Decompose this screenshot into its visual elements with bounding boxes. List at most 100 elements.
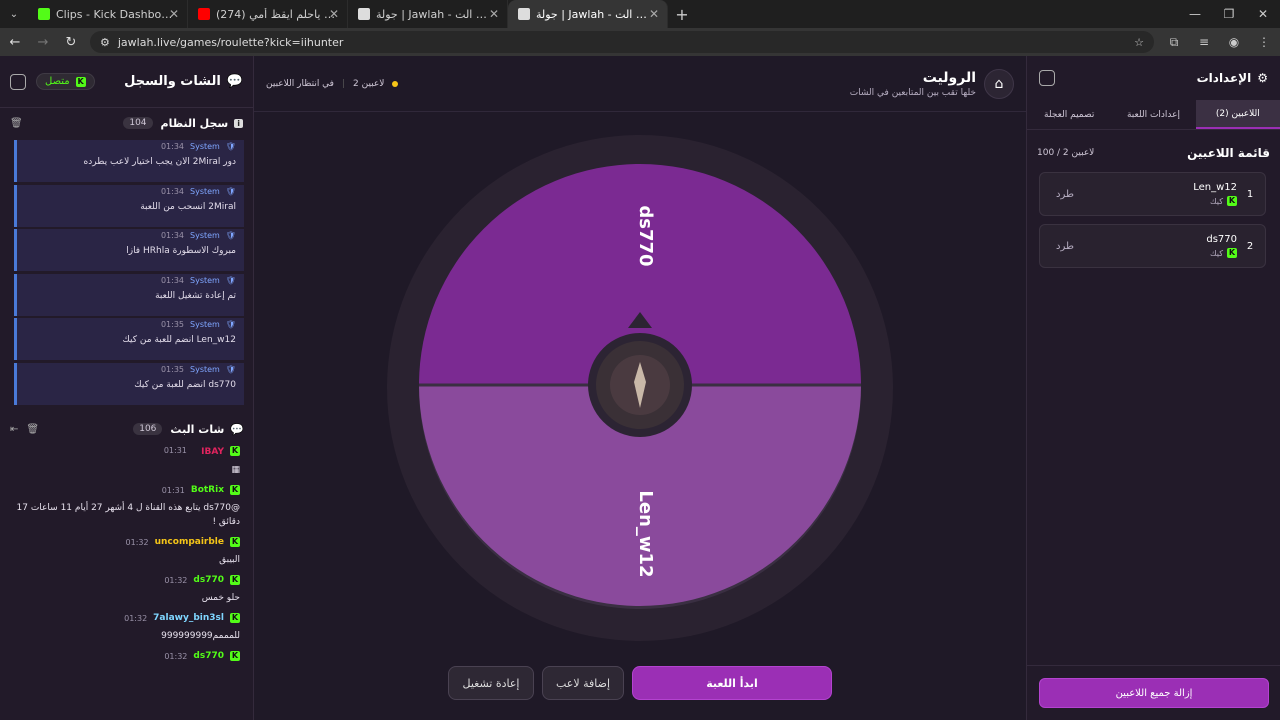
list-item: 🛡 System 01:34 مبروك الاسطورة HRhla فازا: [14, 229, 244, 271]
close-window-icon[interactable]: ✕: [1246, 7, 1280, 21]
kick-player-button[interactable]: طرد: [1056, 241, 1074, 252]
kick-badge-icon: K: [230, 651, 240, 661]
youtube-favicon-icon: [198, 8, 210, 20]
list-item: طرد Len_w12 كيك K 1: [1039, 172, 1266, 216]
kick-badge-icon: K: [230, 613, 240, 623]
close-tab-icon[interactable]: ✕: [489, 7, 499, 21]
extensions-icon[interactable]: ⧉: [1164, 35, 1184, 50]
shield-icon: 🛡: [225, 186, 236, 196]
chat-username[interactable]: ds770: [193, 575, 224, 585]
scroll-bottom-icon[interactable]: ⇤: [10, 424, 18, 435]
wheel-label-ds770: ds770: [635, 205, 656, 266]
tab-wheel-design[interactable]: تصميم العجلة: [1027, 100, 1111, 129]
chat-username[interactable]: ㅤIBAY: [193, 444, 224, 457]
list-item: طرد ds770 كيك K 2: [1039, 224, 1266, 268]
browser-tab-0[interactable]: Clips - Kick Dashboard ✕: [28, 0, 188, 28]
divider: [1027, 665, 1280, 666]
remove-all-players-button[interactable]: إزالة جميع اللاعبين: [1039, 678, 1269, 708]
tab-title: (274) الشودة ياحلم ايقظ أمي: [216, 7, 336, 21]
collapse-settings-icon[interactable]: [1039, 70, 1055, 86]
chat-panel-title-text: الشات والسجل: [124, 74, 221, 89]
list-item: 🛡 System 01:34 تم إعادة تشغيل اللعبة: [14, 273, 244, 316]
list-item: 🛡 System 01:34 دور 2Miral الان يجب اختيار …: [14, 140, 244, 182]
chat-username[interactable]: ds770: [193, 651, 224, 661]
gear-icon: ⚙: [1257, 71, 1268, 85]
sys-text: ds770 انضم للعبة من كيك: [134, 379, 236, 390]
sys-text: 2Miral انسحب من اللعبة: [140, 201, 236, 212]
tab-game-settings[interactable]: إعدادات اللعبة: [1111, 100, 1195, 129]
sys-user: System: [190, 364, 220, 374]
roulette-wheel[interactable]: ds770 Len_w12: [384, 132, 896, 644]
kick-badge-icon: K: [230, 485, 240, 495]
media-control-icon[interactable]: ≡: [1194, 35, 1214, 49]
system-log-header: 🗑 104 سجل النظام i: [0, 110, 253, 136]
browser-tab-2[interactable]: جولة | Jawlah - منصة الألعاب الت ✕: [348, 0, 508, 28]
chat-username[interactable]: uncompairble: [155, 537, 224, 547]
players-count-text: 2 لاعبين: [353, 78, 385, 89]
system-log-list[interactable]: 🛡 System 01:34 دور 2Miral الان يجب اختيار …: [14, 140, 244, 407]
browser-menu-icon[interactable]: ⋮: [1254, 35, 1274, 49]
restore-icon[interactable]: ❐: [1212, 7, 1246, 21]
tab-search-button[interactable]: ⌄: [0, 0, 28, 28]
chat-panel-header: متصل K الشات والسجل 💬: [0, 56, 253, 108]
kick-favicon-icon: [38, 8, 50, 20]
stream-chat-list[interactable]: K ㅤIBAY 01:31 ▦ K BotRix 01:31 @ds770 يتابع …: [0, 444, 254, 669]
sys-text: مبروك الاسطورة HRhla فازا: [126, 246, 236, 256]
chat-username[interactable]: 7alawy_bin3sl: [153, 613, 224, 623]
chat-username[interactable]: BotRix: [191, 485, 224, 495]
close-tab-icon[interactable]: ✕: [329, 7, 339, 21]
status-text: متصل: [45, 76, 70, 87]
kick-badge-icon: K: [230, 537, 240, 547]
site-info-icon[interactable]: ⚙: [100, 36, 110, 49]
player-name: Len_w12: [1193, 182, 1237, 193]
chat-time: 01:32: [164, 651, 188, 661]
kick-logo-icon: K: [75, 76, 86, 87]
collapse-panel-icon[interactable]: [10, 73, 26, 90]
game-area: في انتظار اللاعبين | 2 لاعبين الرولیت خل…: [254, 56, 1026, 720]
address-bar-row: ← → ↻ ⚙ jawlah.live/games/roulette?kick=…: [0, 28, 1280, 56]
browser-tab-1[interactable]: (274) الشودة ياحلم ايقظ أمي ✕: [188, 0, 348, 28]
tab-players[interactable]: اللاعبين (2): [1195, 100, 1280, 129]
chat-text: للمممم999999999: [161, 631, 240, 641]
trash-icon[interactable]: 🗑: [26, 424, 39, 435]
page-title: الرولیت: [922, 69, 976, 86]
forward-icon[interactable]: →: [34, 35, 52, 50]
sys-text: تم إعادة تشغيل اللعبة: [155, 290, 236, 301]
profile-avatar[interactable]: ◉: [1224, 35, 1244, 49]
back-icon[interactable]: ←: [6, 35, 24, 50]
waiting-text: في انتظار اللاعبين: [266, 78, 334, 89]
reload-icon[interactable]: ↻: [62, 35, 80, 50]
restart-button[interactable]: إعادة تشغيل: [448, 666, 534, 700]
kick-badge-icon: K: [230, 575, 240, 585]
new-tab-button[interactable]: +: [668, 5, 696, 24]
chat-time: 01:31: [161, 485, 185, 495]
browser-tab-3[interactable]: جولة | Jawlah - منصة الألعاب الت ✕: [508, 0, 668, 28]
url-input[interactable]: ⚙ jawlah.live/games/roulette?kick=iihunt…: [90, 31, 1154, 53]
list-item: 🛡 System 01:34 2Miral انسحب من اللعبة: [14, 184, 244, 227]
wheel-svg: ds770 Len_w12: [387, 135, 893, 641]
list-item: K 7alawy_bin3sl 01:32 للمممم999999999: [10, 613, 240, 643]
home-button[interactable]: ⌂: [984, 68, 1014, 99]
app-root: متصل K الشات والسجل 💬 🗑 104 سجل النظام i…: [0, 56, 1280, 720]
shield-icon: 🛡: [225, 275, 236, 285]
player-source: كيك: [1210, 196, 1223, 206]
trash-icon[interactable]: 🗑: [10, 118, 23, 129]
player-info: ds770 كيك K: [1206, 234, 1237, 258]
kick-logo-icon: K: [1227, 248, 1237, 258]
stream-chat-count-badge: 106: [133, 423, 163, 435]
game-controls: إعادة تشغيل إضافة لاعب ابدأ اللعبة: [448, 666, 832, 700]
close-tab-icon[interactable]: ✕: [649, 7, 659, 21]
bookmark-star-icon[interactable]: ☆: [1134, 36, 1144, 49]
kick-player-button[interactable]: طرد: [1056, 189, 1074, 200]
close-tab-icon[interactable]: ✕: [169, 7, 179, 21]
list-item: Kds770 01:32: [10, 651, 240, 661]
chat-bubble-icon: 💬: [230, 422, 244, 436]
chat-time: 01:31: [163, 446, 187, 455]
chat-bubble-icon: 💬: [226, 74, 243, 89]
sys-time: 01:34: [160, 231, 184, 240]
start-game-button[interactable]: ابدأ اللعبة: [632, 666, 832, 700]
minimize-icon[interactable]: —: [1178, 7, 1212, 21]
add-player-button[interactable]: إضافة لاعب: [542, 666, 624, 700]
players-list-title: قائمة اللاعبين: [1187, 146, 1270, 160]
info-icon: i: [234, 118, 243, 128]
